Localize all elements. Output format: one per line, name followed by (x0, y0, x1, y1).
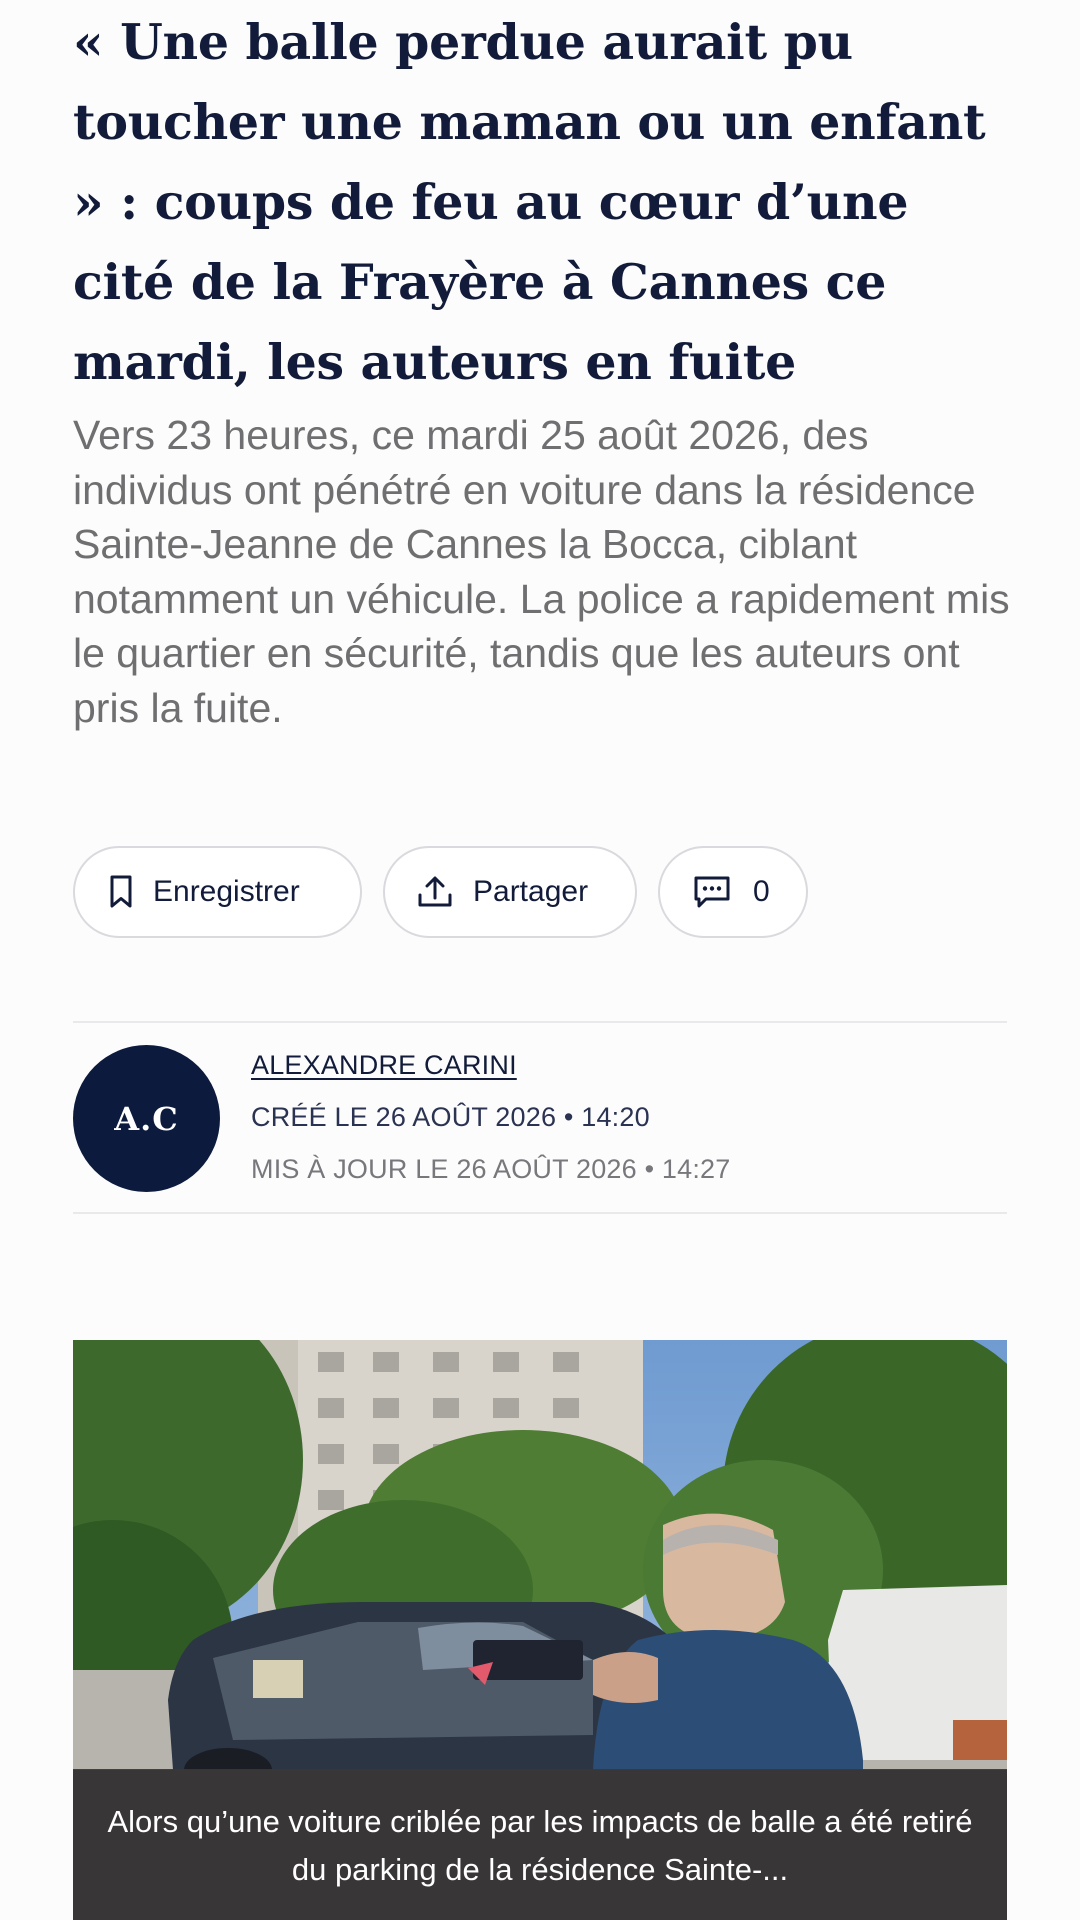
comments-button[interactable]: 0 (658, 846, 808, 938)
share-upload-icon (417, 876, 453, 908)
byline-top-divider (73, 1021, 1007, 1023)
article-lede: Vers 23 heures, ce mardi 25 août 2026, d… (73, 412, 1010, 731)
share-button-label: Partager (473, 875, 589, 908)
updated-date: MIS À JOUR LE 26 AOÛT 2026 • 14:27 (251, 1154, 731, 1184)
byline-bottom-divider (73, 1212, 1007, 1214)
share-button[interactable]: Partager (383, 846, 637, 938)
save-button[interactable]: Enregistrer (73, 846, 362, 938)
comment-bubble-icon (693, 875, 731, 909)
article-actions: Enregistrer Partager 0 (73, 846, 808, 938)
photo-caption: Alors qu’une voiture criblée par les imp… (73, 1769, 1007, 1920)
bookmark-icon (109, 875, 133, 909)
article-headline: « Une balle perdue aurait pu toucher une… (73, 13, 986, 391)
author-avatar: A.C (73, 1045, 220, 1192)
created-date: CRÉÉ LE 26 AOÛT 2026 • 14:20 (251, 1102, 650, 1132)
comments-count: 0 (753, 875, 770, 908)
save-button-label: Enregistrer (153, 875, 300, 908)
article-photo[interactable]: Alors qu’une voiture criblée par les imp… (73, 1340, 1007, 1920)
author-name-link[interactable]: ALEXANDRE CARINI (251, 1050, 517, 1081)
